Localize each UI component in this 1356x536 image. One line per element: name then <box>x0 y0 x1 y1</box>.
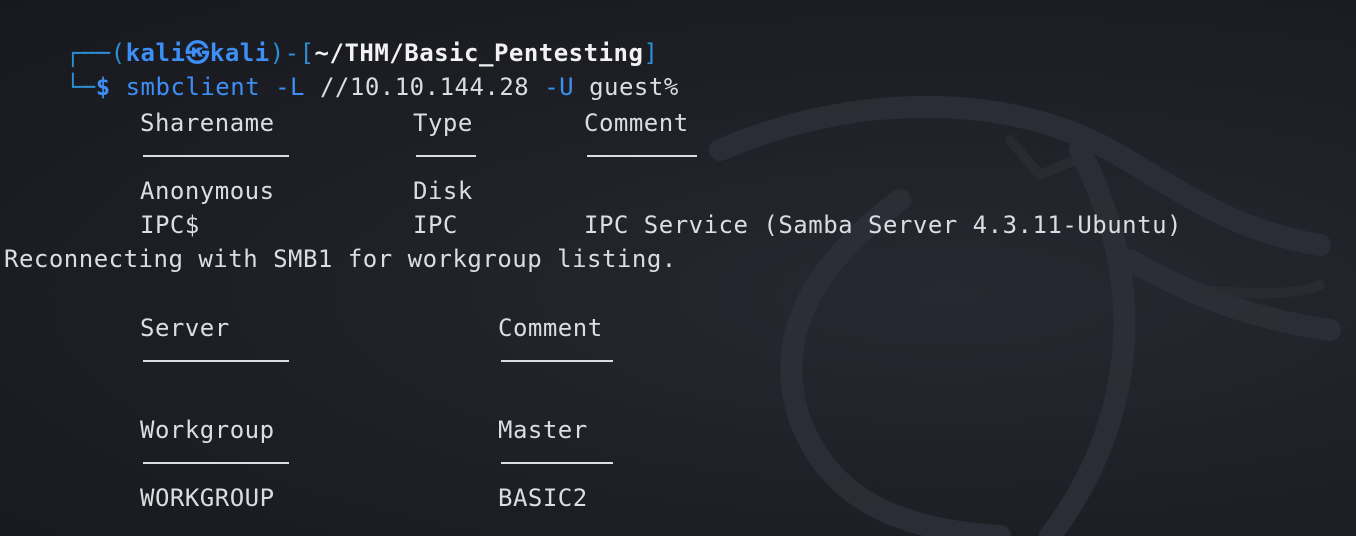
reconnect-message: Reconnecting with SMB1 for workgroup lis… <box>4 245 677 273</box>
shares-rule-comment <box>587 155 697 157</box>
shares-header-comment: Comment <box>584 109 689 137</box>
prompt-line-top: ┌──(kali㉿kali)-[~/THM/Basic_Pentesting] <box>6 2 658 67</box>
prompt-frame-bottom: └─ <box>65 73 96 101</box>
command-program: smbclient <box>125 73 261 101</box>
share-row-1-type: Disk <box>413 177 473 205</box>
prompt-dollar: $ <box>95 73 111 101</box>
workgroup-rule-workgroup <box>143 462 289 464</box>
workgroup-header-master: Master <box>498 416 588 444</box>
shares-rule-sharename <box>143 155 289 157</box>
server-header-comment: Comment <box>498 314 603 342</box>
command-target: //10.10.144.28 <box>319 73 530 101</box>
share-row-2-type: IPC <box>413 211 458 239</box>
command-flag-list: -L <box>275 73 306 101</box>
server-rule-server <box>143 360 289 362</box>
shares-rule-type <box>416 155 476 157</box>
workgroup-header-workgroup: Workgroup <box>140 416 275 444</box>
command-flag-user: -U <box>544 73 575 101</box>
command-line[interactable]: └─$ smbclient -L //10.10.144.28 -U guest… <box>6 36 679 101</box>
workgroup-rule-master <box>501 462 613 464</box>
server-rule-comment <box>501 360 613 362</box>
workgroup-row-1-master: BASIC2 <box>498 484 588 512</box>
command-user-value: guest% <box>589 73 679 101</box>
share-row-2-name: IPC$ <box>140 211 200 239</box>
terminal-window[interactable]: ┌──(kali㉿kali)-[~/THM/Basic_Pentesting] … <box>0 0 1356 536</box>
workgroup-row-1-name: WORKGROUP <box>140 484 275 512</box>
shares-header-sharename: Sharename <box>140 109 275 137</box>
server-header-server: Server <box>140 314 230 342</box>
share-row-2-comment: IPC Service (Samba Server 4.3.11-Ubuntu) <box>584 211 1182 239</box>
share-row-1-name: Anonymous <box>140 177 275 205</box>
shares-header-type: Type <box>413 109 473 137</box>
